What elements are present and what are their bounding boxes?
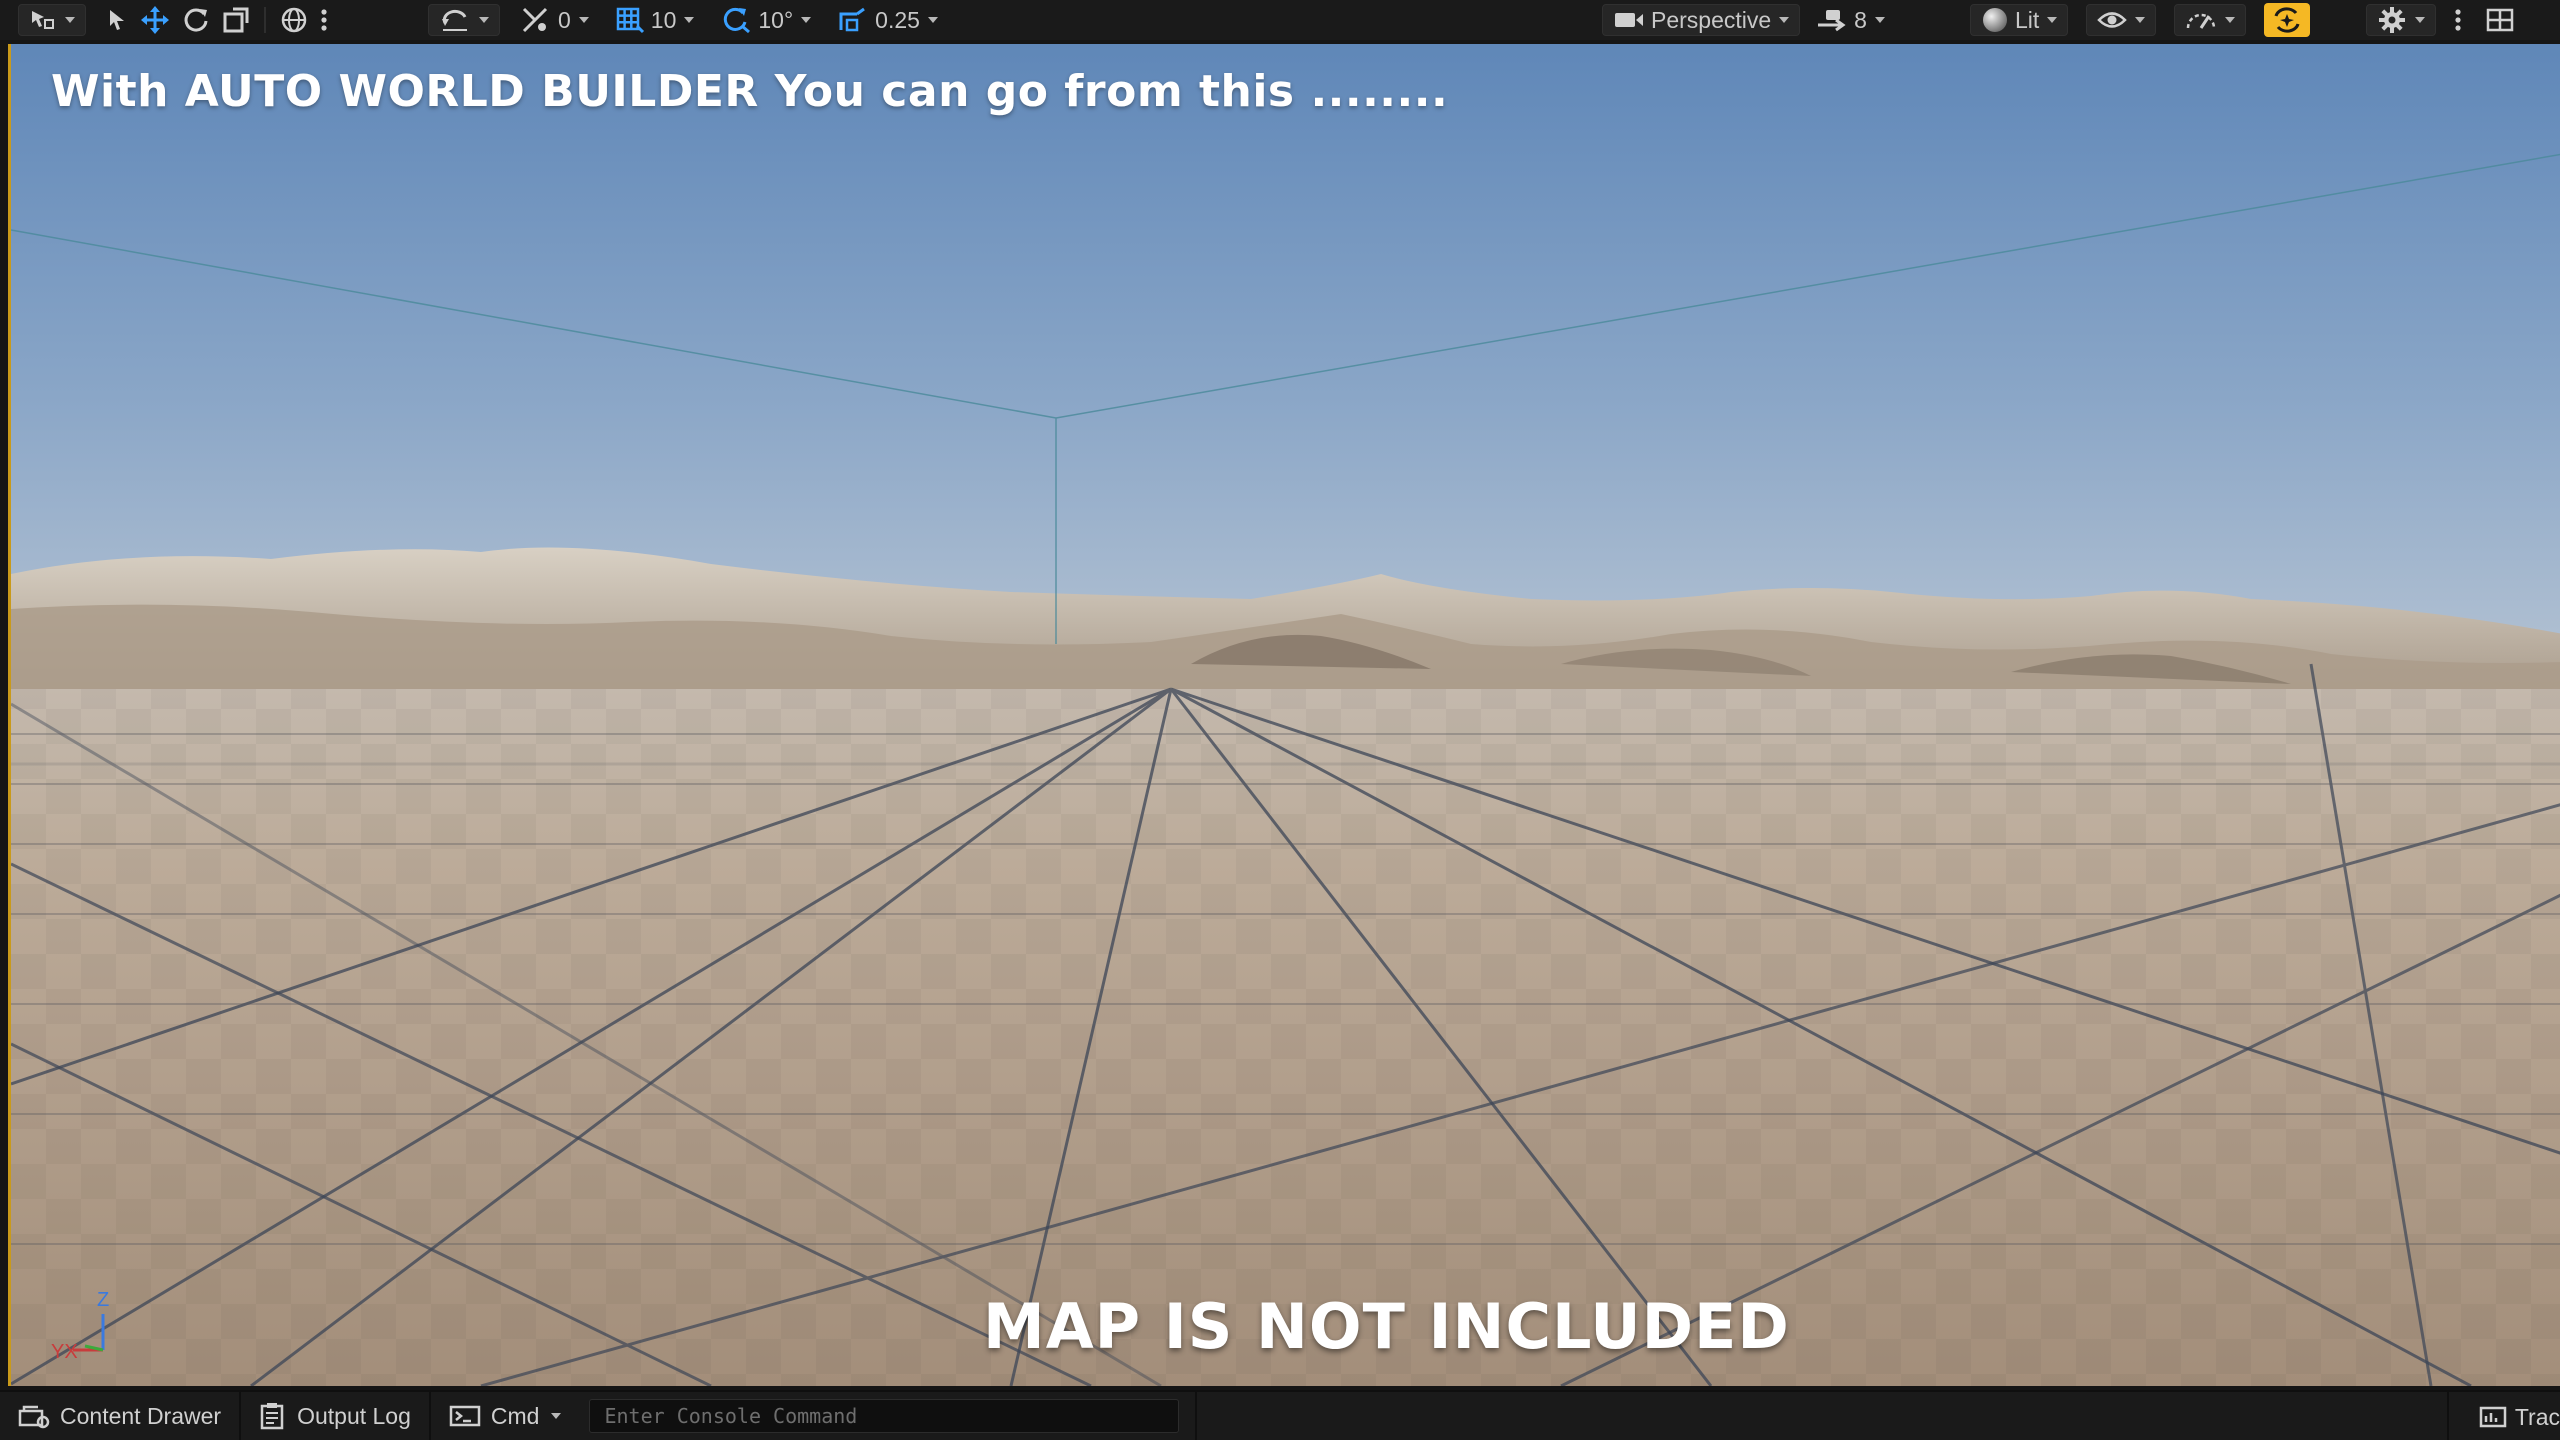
snap-tools: 0 10 10° 0.25 (428, 4, 944, 36)
grid-snap-button[interactable]: 10 (609, 4, 701, 36)
viewport-scene (11, 44, 2560, 1386)
trace-button[interactable]: Trac (2446, 1392, 2560, 1440)
rotate-icon (184, 8, 208, 32)
chevron-down-icon (2135, 17, 2146, 23)
view-mode-label: Perspective (1651, 6, 1772, 33)
surface-snap-icon (442, 9, 467, 31)
viewport-layout-button[interactable] (2480, 4, 2520, 36)
console-command-input[interactable]: Enter Console Command (589, 1399, 1180, 1433)
gauge-icon (2187, 13, 2216, 29)
select-mode-button[interactable] (18, 4, 86, 36)
gizmo-xy-label: YX (51, 1341, 78, 1363)
viewport-toolbar: 0 10 10° 0.25 Perspective 8 Lit (0, 0, 2560, 40)
chevron-down-icon (801, 17, 812, 23)
gizmo-z-label: Z (97, 1289, 109, 1311)
lit-sphere-icon (1983, 8, 2007, 32)
video-camera-icon (1615, 13, 1643, 27)
move-arrows-icon (141, 6, 169, 34)
camera-speed-icon (1818, 10, 1846, 32)
viewport-overlay-title: With AUTO WORLD BUILDER You can go from … (51, 66, 1449, 117)
chevron-down-icon (578, 17, 589, 23)
select-mode-icon (32, 11, 54, 29)
coordinate-system-button[interactable] (274, 4, 314, 36)
chevron-down-icon (479, 17, 489, 23)
content-drawer-icon (18, 1405, 50, 1429)
view-mode-tools: Perspective 8 (1602, 4, 1891, 36)
realtime-toggle-button[interactable] (2264, 3, 2311, 37)
trace-label: Trac (2514, 1403, 2560, 1430)
chevron-down-icon (2415, 17, 2425, 23)
realtime-sparkle-icon (2274, 7, 2300, 33)
gear-icon (2379, 7, 2405, 33)
chevron-down-icon (1779, 17, 1790, 23)
cursor-arrow-icon (110, 10, 124, 30)
chevron-down-icon (65, 17, 75, 23)
viewport-overlay-notice: MAP IS NOT INCLUDED (983, 1290, 1790, 1363)
chevron-down-icon (1874, 17, 1885, 23)
lighting-mode-label: Lit (2015, 6, 2040, 33)
more-vertical-icon (321, 9, 327, 31)
toolbar-divider (264, 7, 266, 33)
chevron-down-icon (2047, 17, 2058, 23)
grid-snap-value: 10 (650, 6, 677, 33)
translate-tool-button[interactable] (134, 4, 176, 36)
grid-snap-icon (616, 7, 644, 34)
globe-icon (281, 7, 307, 33)
rotate-tool-button[interactable] (176, 4, 216, 36)
scale-icon (223, 7, 249, 33)
cmd-dropdown[interactable]: Cmd (431, 1391, 580, 1440)
lighting-mode-dropdown[interactable]: Lit (1970, 4, 2069, 36)
viewport-settings-tools (2366, 4, 2520, 36)
surface-snap-button[interactable] (428, 4, 500, 36)
scale-snap-value: 0.25 (875, 6, 920, 33)
camera-speed-button[interactable]: 8 (1810, 4, 1891, 36)
viewport-options-button[interactable] (2448, 4, 2468, 36)
transform-options-button[interactable] (314, 4, 334, 36)
scale-snap-icon (839, 7, 866, 32)
trace-icon (2479, 1406, 2507, 1428)
camera-speed-value: 8 (1854, 6, 1867, 33)
terminal-icon (449, 1405, 481, 1427)
level-viewport[interactable]: With AUTO WORLD BUILDER You can go from … (8, 44, 2560, 1386)
eye-icon (2097, 12, 2128, 28)
scale-snap-button[interactable]: 0.25 (831, 4, 944, 36)
cmd-label: Cmd (490, 1402, 540, 1429)
output-log-label: Output Log (297, 1402, 411, 1429)
snap-translate-icon (522, 7, 548, 33)
layout-grid-icon (2486, 8, 2514, 32)
output-log-icon (260, 1403, 284, 1430)
render-tools: Lit (1970, 3, 2311, 37)
select-tool-button[interactable] (100, 4, 134, 36)
more-vertical-icon (2455, 9, 2461, 31)
scale-tool-button[interactable] (216, 4, 256, 36)
content-drawer-button[interactable]: Content Drawer (0, 1391, 242, 1440)
chevron-down-icon (927, 17, 938, 23)
viewport-settings-dropdown[interactable] (2366, 4, 2436, 36)
chevron-down-icon (551, 1413, 562, 1419)
content-drawer-label: Content Drawer (60, 1402, 222, 1429)
chevron-down-icon (684, 17, 695, 23)
rotation-snap-icon (724, 7, 751, 34)
view-mode-dropdown[interactable]: Perspective (1602, 4, 1801, 36)
axis-gizmo-icon: Z YX (51, 1289, 109, 1363)
output-log-button[interactable]: Output Log (241, 1391, 431, 1440)
transform-tools (18, 4, 334, 36)
chevron-down-icon (2225, 17, 2236, 23)
performance-scalability-dropdown[interactable] (2174, 4, 2247, 36)
status-divider (1179, 1391, 1198, 1440)
status-bar: Content Drawer Output Log Cmd Enter Cons… (0, 1390, 2560, 1440)
console-placeholder: Enter Console Command (604, 1404, 858, 1428)
translate-snap-button[interactable]: 0 (514, 4, 595, 36)
translate-snap-value: 0 (558, 6, 571, 33)
rotation-snap-value: 10° (758, 6, 794, 33)
show-flags-dropdown[interactable] (2086, 4, 2157, 36)
rotation-snap-button[interactable]: 10° (714, 4, 817, 36)
